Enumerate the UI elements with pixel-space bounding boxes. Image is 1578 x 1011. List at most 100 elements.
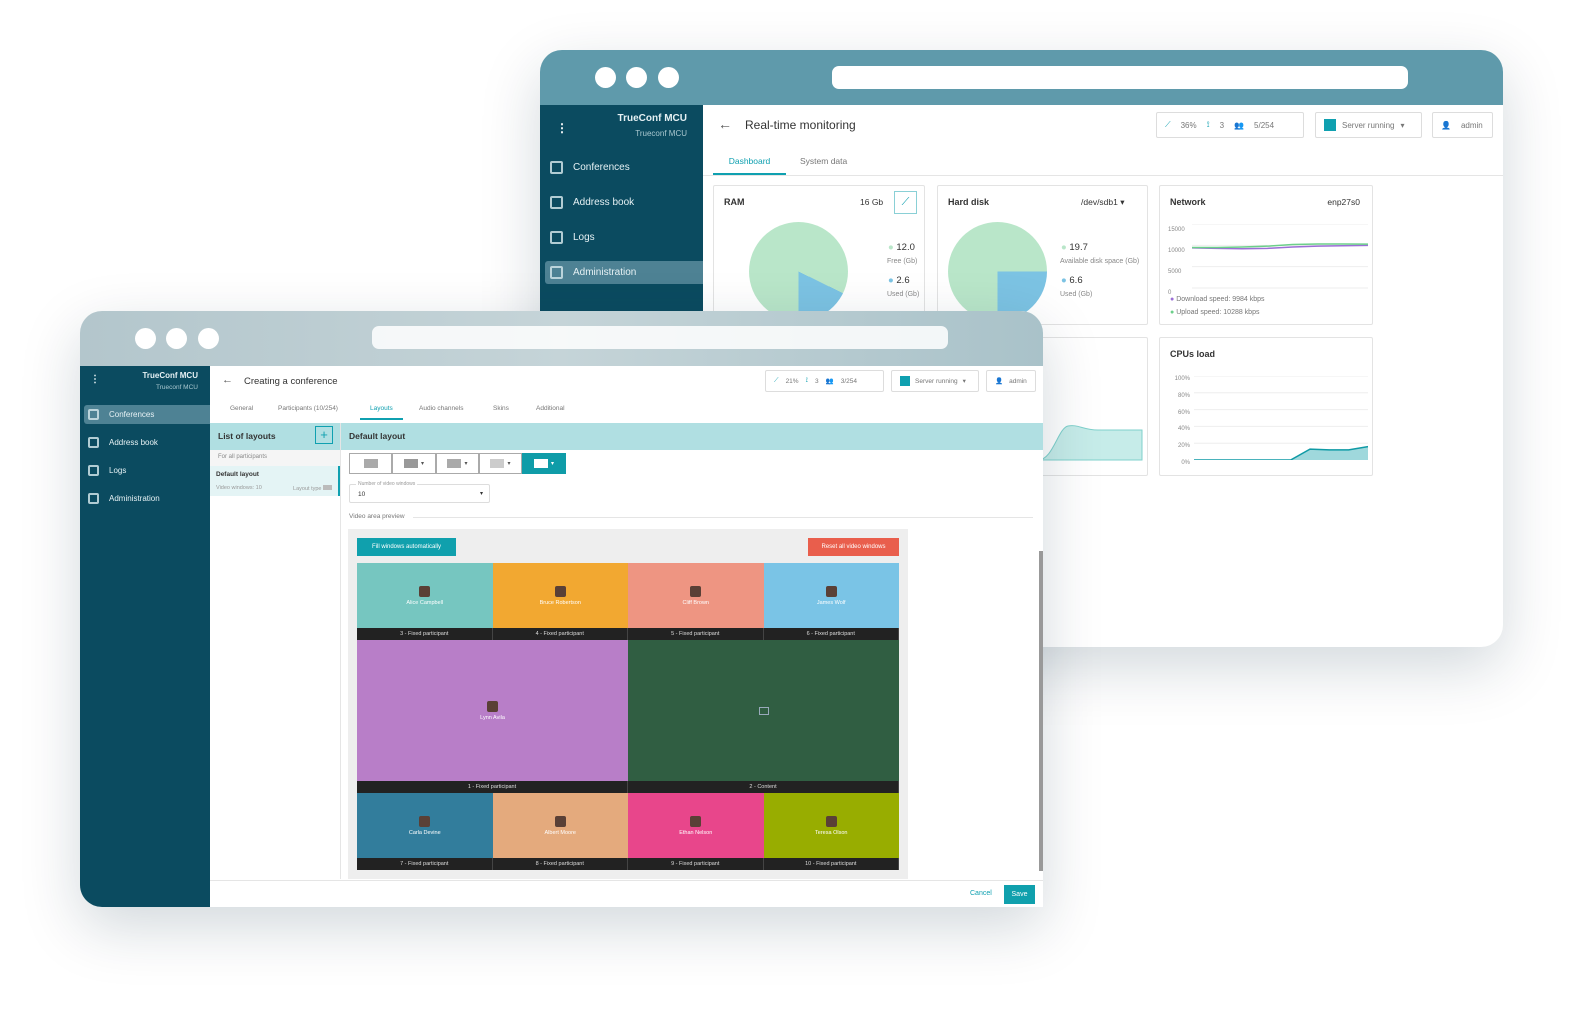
tick-label: 60%	[1177, 409, 1190, 416]
participant-name: Cliff Brown	[682, 599, 710, 606]
user-name: admin	[1009, 377, 1027, 385]
tick-label: 10000	[1168, 248, 1185, 254]
slot-label: 1 - Fixed participant	[357, 781, 628, 793]
nav-logs[interactable]: Logs	[550, 231, 595, 244]
address-book-icon	[550, 196, 563, 209]
load-value: 36%	[1180, 120, 1197, 130]
window-dot[interactable]	[135, 328, 156, 349]
conferences-icon	[88, 409, 99, 420]
app-subtitle: Trueconf MCU	[635, 129, 687, 138]
video-tile[interactable]: Teresa Olson	[763, 793, 899, 858]
administration-icon	[88, 493, 99, 504]
tab-skins[interactable]: Skins	[493, 405, 509, 412]
nav-label: Logs	[573, 232, 595, 243]
video-tile[interactable]: Albert Moore	[492, 793, 628, 858]
layout-option-grid[interactable]	[349, 453, 392, 474]
participant-name: Teresa Olson	[815, 829, 848, 836]
tick-label: 100%	[1174, 376, 1190, 382]
disk-used-value: 6.6	[1069, 275, 1083, 286]
app-title: TrueConf MCU	[142, 371, 198, 380]
tab-general[interactable]: General	[230, 405, 253, 412]
conferences-icon	[550, 161, 563, 174]
layout-option-selected[interactable]: ▾	[522, 453, 566, 474]
ram-free-label: Free (Gb)	[887, 258, 918, 265]
tab-layouts[interactable]: Layouts	[360, 405, 403, 420]
user-icon: 👤	[995, 378, 1004, 385]
nav-administration[interactable]: Administration	[88, 493, 160, 504]
address-bar[interactable]	[832, 66, 1408, 89]
video-tile[interactable]: Alice Campbell	[357, 563, 493, 628]
menu-icon[interactable]: ⋮	[90, 374, 100, 385]
tab-dashboard[interactable]: Dashboard	[713, 151, 786, 175]
participant-name: Lynn Avila	[480, 714, 505, 721]
page-title: Creating a conference	[244, 376, 338, 387]
window-dot[interactable]	[595, 67, 616, 88]
menu-icon[interactable]: ⋮	[556, 121, 568, 135]
save-button[interactable]: Save	[1004, 885, 1035, 904]
layout-title: Default layout	[349, 431, 406, 441]
page-title: Real-time monitoring	[745, 118, 856, 132]
tab-system-data[interactable]: System data	[800, 156, 847, 166]
layout-list-item[interactable]: Default layout Video windows: 10 Layout …	[210, 466, 340, 496]
nav-address-book[interactable]: Address book	[88, 437, 158, 448]
layout-option-4[interactable]: ▾	[479, 453, 522, 474]
nav-address-book[interactable]: Address book	[550, 196, 634, 209]
server-status-dropdown[interactable]: Server running ▾	[1315, 112, 1422, 138]
video-tile[interactable]: Lynn Avila	[357, 640, 628, 781]
layout-option-3[interactable]: ▾	[436, 453, 479, 474]
server-status-dropdown[interactable]: Server running ▾	[891, 370, 979, 392]
window-dot[interactable]	[626, 67, 647, 88]
user-icon: 👤	[1441, 120, 1451, 130]
network-chart	[1192, 224, 1368, 289]
windows-count-select[interactable]: Number of video windows 10 ▾	[349, 481, 490, 503]
divider	[703, 175, 1503, 176]
reset-windows-button[interactable]: Reset all video windows	[808, 538, 899, 556]
server-status: Server running	[915, 377, 958, 385]
nav-conferences[interactable]: Conferences	[84, 405, 210, 424]
cancel-button[interactable]: Cancel	[970, 890, 992, 897]
chart-toggle-icon[interactable]: ⟋	[894, 191, 917, 214]
field-label: Number of video windows	[356, 481, 418, 487]
device-dropdown[interactable]: /dev/sdb1 ▾	[1081, 197, 1125, 208]
list-group-label: For all participants	[210, 450, 340, 466]
video-tile[interactable]: Ethan Nelson	[628, 793, 764, 858]
video-tile[interactable]: James Wolf	[763, 563, 899, 628]
nav-logs[interactable]: Logs	[88, 465, 126, 476]
disk-free-value: 19.7	[1069, 242, 1088, 253]
window-dot[interactable]	[198, 328, 219, 349]
user-menu[interactable]: 👤 admin	[986, 370, 1036, 392]
address-bar[interactable]	[372, 326, 948, 349]
load-area-chart	[1038, 425, 1143, 461]
back-arrow-icon[interactable]: ←	[222, 374, 233, 386]
window-dot[interactable]	[166, 328, 187, 349]
video-tile[interactable]: Bruce Robertson	[492, 563, 628, 628]
window-dot[interactable]	[658, 67, 679, 88]
disk-used-label: Used (Gb)	[1060, 291, 1093, 298]
fill-windows-button[interactable]: Fill windows automatically	[357, 538, 456, 556]
slot-label: 7 - Fixed participant	[357, 858, 493, 870]
tab-additional[interactable]: Additional	[536, 405, 565, 412]
participant-name: Bruce Robertson	[539, 599, 581, 606]
scrollbar[interactable]	[1039, 551, 1043, 871]
card-title: Hard disk	[948, 197, 990, 207]
nav-label: Logs	[109, 466, 127, 475]
cpu-chart	[1194, 376, 1368, 460]
add-layout-button[interactable]: +	[315, 426, 333, 444]
tab-audio[interactable]: Audio channels	[419, 405, 463, 412]
tick-label: 0%	[1181, 459, 1190, 466]
video-tile[interactable]: Cliff Brown	[628, 563, 764, 628]
tab-participants[interactable]: Participants (10/254)	[278, 405, 338, 412]
nav-label: Conferences	[573, 162, 630, 173]
layout-option-2[interactable]: ▾	[392, 453, 436, 474]
nav-conferences[interactable]: Conferences	[550, 161, 630, 174]
nav-administration[interactable]: Administration	[545, 261, 703, 284]
user-menu[interactable]: 👤 admin	[1432, 112, 1493, 138]
back-arrow-icon[interactable]: ←	[718, 116, 732, 132]
conferences-count: 3	[1219, 120, 1225, 130]
area-fill	[1194, 446, 1368, 460]
layout-name: Default layout	[216, 471, 259, 478]
video-tile[interactable]: Carla Devine	[357, 793, 493, 858]
tick-label: 15000	[1168, 227, 1185, 233]
video-tile[interactable]	[628, 640, 899, 781]
device-value: /dev/sdb1	[1081, 197, 1118, 207]
